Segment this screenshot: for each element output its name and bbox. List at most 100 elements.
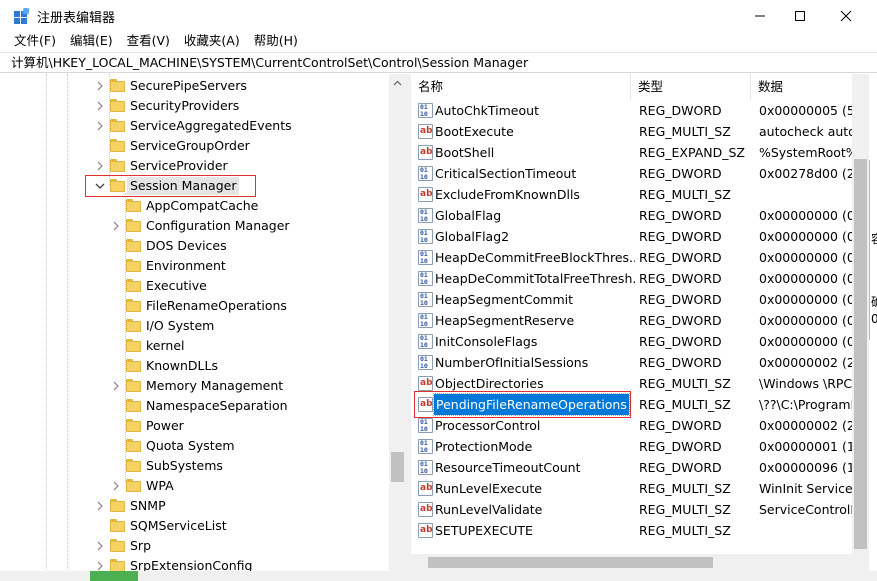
list-item[interactable]: 011001NumberOfInitialSessions REG_DWORD 0x… <box>411 352 852 373</box>
tree-item-label: Srp <box>130 538 152 553</box>
list-item[interactable]: 011001ProcessorControl REG_DWORD 0x0000000… <box>411 415 852 436</box>
reg-binary-icon: 011001 <box>418 292 433 307</box>
tree-item-label: SQMServiceList <box>130 518 227 533</box>
tree-item[interactable]: DOS Devices <box>8 236 388 256</box>
list-item[interactable]: ab SETUPEXECUTE REG_MULTI_SZ <box>411 520 852 541</box>
list-horizontal-scrollbar[interactable] <box>411 554 852 571</box>
tree-item-label: Quota System <box>146 438 235 453</box>
list-item[interactable]: abBootExecute REG_MULTI_SZ autocheck autoc <box>411 121 852 142</box>
list-scrollbar[interactable] <box>852 74 869 554</box>
menu-view[interactable]: 查看(V) <box>120 31 177 51</box>
chevron-right-icon[interactable] <box>94 120 106 132</box>
list-item[interactable]: 011001GlobalFlag2 REG_DWORD 0x00000000 (0) <box>411 226 852 247</box>
tree-item-label: SubSystems <box>146 458 223 473</box>
chevron-right-icon[interactable] <box>94 540 106 552</box>
folder-icon <box>126 439 141 452</box>
tree-item[interactable]: SecurePipeServers <box>8 76 388 96</box>
folder-icon <box>126 279 141 292</box>
tree-item[interactable]: KnownDLLs <box>8 356 388 376</box>
chevron-right-icon[interactable] <box>94 500 106 512</box>
menu-help[interactable]: 帮助(H) <box>247 31 305 51</box>
background-window-text: 容 <box>871 230 877 247</box>
menu-file[interactable]: 文件(F) <box>0 31 63 51</box>
tree-scroll-thumb[interactable] <box>391 452 404 482</box>
list-scroll-thumb[interactable] <box>854 159 867 549</box>
list-item[interactable]: 011001HeapDeCommitFreeBlockThres... REG_D… <box>411 247 852 268</box>
close-button[interactable] <box>823 0 869 31</box>
chevron-right-icon[interactable] <box>110 480 122 492</box>
chevron-right-icon[interactable] <box>94 100 106 112</box>
list-item[interactable]: 011001HeapDeCommitTotalFreeThresh... REG_… <box>411 268 852 289</box>
column-header-type[interactable]: 类型 <box>631 74 751 100</box>
tree-item[interactable]: SubSystems <box>8 456 388 476</box>
reg-binary-icon: 011001 <box>418 355 433 370</box>
tree-item[interactable]: AppCompatCache <box>8 196 388 216</box>
tree-item[interactable]: Power <box>8 416 388 436</box>
menu-favorites[interactable]: 收藏夹(A) <box>177 31 247 51</box>
value-data: 0x00000002 (2) <box>759 418 852 433</box>
list-item[interactable]: ab BootShell REG_EXPAND_SZ %SystemRoot% <box>411 142 852 163</box>
list-item[interactable]: 011001HeapSegmentCommit REG_DWORD 0x000000… <box>411 289 852 310</box>
maximize-button[interactable] <box>777 0 823 31</box>
chevron-right-icon[interactable] <box>94 160 106 172</box>
list-item[interactable]: 011001ProtectionMode REG_DWORD 0x00000001 … <box>411 436 852 457</box>
value-data: 0x00278d00 (25 <box>759 166 852 181</box>
registry-editor-icon <box>14 8 30 24</box>
value-data: 0x00000096 (15 <box>759 460 852 475</box>
tree-item[interactable]: NamespaceSeparation <box>8 396 388 416</box>
list-item[interactable]: ab ObjectDirectories REG_MULTI_SZ \Windows … <box>411 373 852 394</box>
column-header-name[interactable]: 名称 <box>411 74 631 100</box>
chevron-right-icon[interactable] <box>110 380 122 392</box>
folder-icon <box>110 99 125 112</box>
tree-item[interactable]: Srp <box>8 536 388 556</box>
tree-item[interactable]: I/O System <box>8 316 388 336</box>
key-tree[interactable]: SecurePipeServers SecurityProviders Servic… <box>8 74 406 576</box>
reg-binary-icon: 011001 <box>418 208 433 223</box>
folder-icon <box>110 159 125 172</box>
tree-item[interactable]: Environment <box>8 256 388 276</box>
list-item[interactable]: ab RunLevelValidate REG_MULTI_SZ ServiceCon… <box>411 499 852 520</box>
value-data: autocheck autoc <box>759 124 852 139</box>
tree-item[interactable]: WPA <box>8 476 388 496</box>
folder-icon <box>126 239 141 252</box>
tree-item[interactable]: Configuration Manager <box>8 216 388 236</box>
value-data: 0x00000000 (0) <box>759 292 852 307</box>
tree-item[interactable]: ServiceGroupOrder <box>8 136 388 156</box>
tree-item[interactable]: ServiceAggregatedEvents <box>8 116 388 136</box>
folder-icon <box>110 179 125 192</box>
tree-item-label: DOS Devices <box>146 238 227 253</box>
menu-edit[interactable]: 编辑(E) <box>63 31 120 51</box>
value-type: REG_DWORD <box>639 460 722 475</box>
chevron-right-icon[interactable] <box>110 220 122 232</box>
address-bar[interactable]: 计算机\HKEY_LOCAL_MACHINE\SYSTEM\CurrentCon… <box>0 52 877 73</box>
list-item[interactable]: 011001HeapSegmentReserve REG_DWORD 0x00000… <box>411 310 852 331</box>
tree-item[interactable]: Session Manager <box>8 176 388 196</box>
tree-item[interactable]: Quota System <box>8 436 388 456</box>
list-item[interactable]: 011001ResourceTimeoutCount REG_DWORD 0x000… <box>411 457 852 478</box>
tree-item[interactable]: kernel <box>8 336 388 356</box>
tree-item[interactable]: SNMP <box>8 496 388 516</box>
list-item[interactable]: 011001AutoChkTimeout REG_DWORD 0x00000005 … <box>411 100 852 121</box>
list-item[interactable]: ab ExcludeFromKnownDlls REG_MULTI_SZ <box>411 184 852 205</box>
value-list[interactable]: 名称 类型 数据 011001AutoChkTimeoutREG_DWORD0x… <box>411 74 852 554</box>
list-item[interactable]: 011001GlobalFlag REG_DWORD 0x00000000 (0) <box>411 205 852 226</box>
list-item[interactable]: 011001InitConsoleFlags REG_DWORD 0x0000000… <box>411 331 852 352</box>
tree-item[interactable]: SecurityProviders <box>8 96 388 116</box>
value-data: 0x00000000 (0) <box>759 229 852 244</box>
list-item[interactable]: 011001CriticalSectionTimeout REG_DWORD 0x0… <box>411 163 852 184</box>
tree-item[interactable]: Executive <box>8 276 388 296</box>
chevron-right-icon[interactable] <box>94 80 106 92</box>
list-item[interactable]: ab PendingFileRenameOperations REG_MULTI_S… <box>411 393 852 416</box>
list-item[interactable]: ab RunLevelExecute REG_MULTI_SZ WinInit Ser… <box>411 478 852 499</box>
tree-item[interactable]: FileRenameOperations <box>8 296 388 316</box>
chevron-down-icon[interactable] <box>94 180 106 192</box>
tree-item[interactable]: ServiceProvider <box>8 156 388 176</box>
tree-scrollbar[interactable] <box>389 74 406 576</box>
scroll-up-arrow-icon[interactable] <box>389 74 406 91</box>
column-header-data[interactable]: 数据 <box>751 74 852 100</box>
tree-item[interactable]: Memory Management <box>8 376 388 396</box>
list-hscroll-thumb[interactable] <box>428 557 713 568</box>
tree-item[interactable]: SQMServiceList <box>8 516 388 536</box>
window-title: 注册表编辑器 <box>37 11 116 26</box>
tree-item-label: AppCompatCache <box>146 198 259 213</box>
